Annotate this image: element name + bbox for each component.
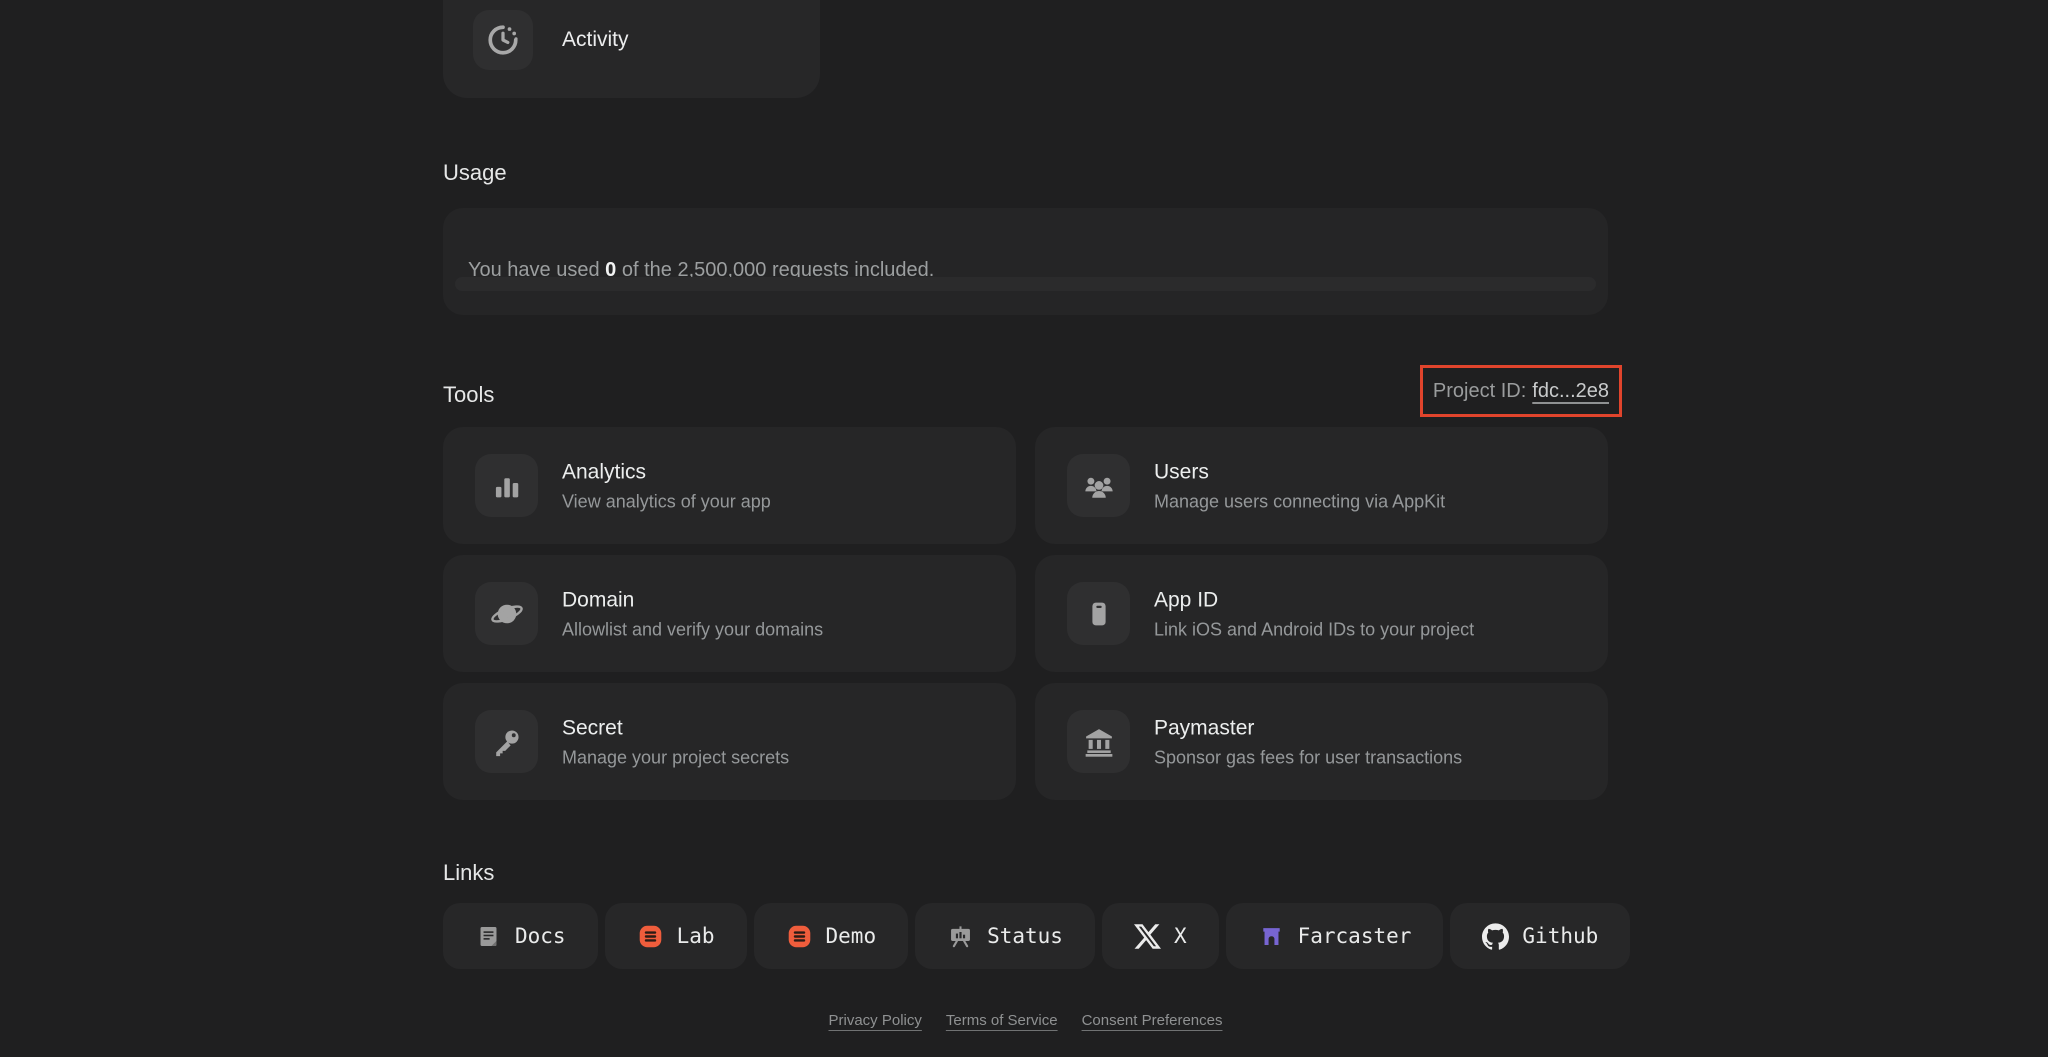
link-button-label: Docs	[515, 924, 566, 948]
key-icon	[475, 710, 538, 773]
tool-card-paymaster[interactable]: Paymaster Sponsor gas fees for user tran…	[1035, 683, 1608, 800]
link-button-demo[interactable]: Demo	[753, 903, 909, 969]
tool-card-title: App ID	[1154, 588, 1219, 611]
link-button-x[interactable]: X	[1101, 903, 1219, 969]
usage-progress-bar	[455, 277, 1596, 291]
tool-card-users[interactable]: Users Manage users connecting via AppKit	[1035, 427, 1608, 544]
links-row: Docs Lab Demo Status X Farcaster Github	[443, 903, 1631, 969]
tool-card-title: Domain	[562, 588, 635, 611]
x-logo-icon	[1134, 923, 1161, 950]
planet-icon	[475, 582, 538, 645]
tools-heading: Tools	[443, 382, 495, 407]
farcaster-logo-icon	[1258, 923, 1285, 950]
tool-card-title: Analytics	[562, 460, 647, 483]
bank-icon	[1067, 710, 1130, 773]
project-id-label: Project ID:	[1432, 379, 1527, 402]
tool-card-title: Secret	[562, 716, 623, 739]
footer-link-consent-preferences[interactable]: Consent Preferences	[1082, 1012, 1223, 1029]
tool-card-description: Manage users connecting via AppKit	[1154, 491, 1446, 511]
link-button-farcaster[interactable]: Farcaster	[1225, 903, 1444, 969]
link-button-docs[interactable]: Docs	[443, 903, 598, 969]
tool-card-analytics[interactable]: Analytics View analytics of your app	[443, 427, 1016, 544]
reown-logo-icon	[637, 923, 664, 950]
tool-card-app-id[interactable]: App ID Link iOS and Android IDs to your …	[1035, 555, 1608, 672]
link-button-label: Demo	[825, 924, 877, 948]
usage-heading: Usage	[443, 160, 507, 185]
link-button-lab[interactable]: Lab	[604, 903, 747, 969]
tools-grid: Analytics View analytics of your app Use…	[443, 427, 1608, 800]
tool-card-domain[interactable]: Domain Allowlist and verify your domains	[443, 555, 1016, 672]
project-id-annotation-box: Project ID: fdc...2e8	[1419, 365, 1622, 417]
tool-card-title: Paymaster	[1154, 716, 1255, 739]
activity-card[interactable]: Activity	[443, 0, 820, 98]
link-button-status[interactable]: Status	[915, 903, 1095, 969]
reown-logo-icon	[786, 923, 813, 950]
project-id-value[interactable]: fdc...2e8	[1532, 380, 1609, 403]
bar-chart-icon	[475, 454, 538, 517]
github-logo-icon	[1482, 923, 1509, 950]
tool-card-description: Sponsor gas fees for user transactions	[1154, 747, 1463, 767]
tool-card-description: Link iOS and Android IDs to your project	[1154, 619, 1475, 639]
document-icon	[475, 923, 502, 950]
tool-card-description: Allowlist and verify your domains	[562, 619, 824, 639]
tool-card-secret[interactable]: Secret Manage your project secrets	[443, 683, 1016, 800]
link-button-github[interactable]: Github	[1450, 903, 1631, 969]
link-button-label: Lab	[676, 924, 715, 948]
usage-card: You have used 0 of the 2,500,000 request…	[443, 208, 1608, 315]
link-button-label: X	[1173, 924, 1187, 948]
tool-card-title: Users	[1154, 460, 1209, 483]
footer-links: Privacy Policy Terms of Service Consent Pr…	[443, 1012, 1608, 1029]
presentation-icon	[947, 923, 974, 950]
link-button-label: Farcaster	[1297, 924, 1412, 948]
activity-card-label: Activity	[562, 28, 629, 51]
phone-icon	[1067, 582, 1130, 645]
tool-card-description: Manage your project secrets	[562, 747, 790, 767]
link-button-label: Github	[1522, 924, 1599, 948]
link-button-label: Status	[987, 924, 1063, 948]
clock-icon	[473, 10, 533, 70]
users-icon	[1067, 454, 1130, 517]
links-heading: Links	[443, 860, 495, 885]
main-content: Activity Usage You have used 0 of the 2,…	[443, 0, 1631, 1057]
footer-link-privacy-policy[interactable]: Privacy Policy	[829, 1012, 922, 1029]
tool-card-description: View analytics of your app	[562, 491, 771, 511]
footer-link-terms-of-service[interactable]: Terms of Service	[946, 1012, 1058, 1029]
